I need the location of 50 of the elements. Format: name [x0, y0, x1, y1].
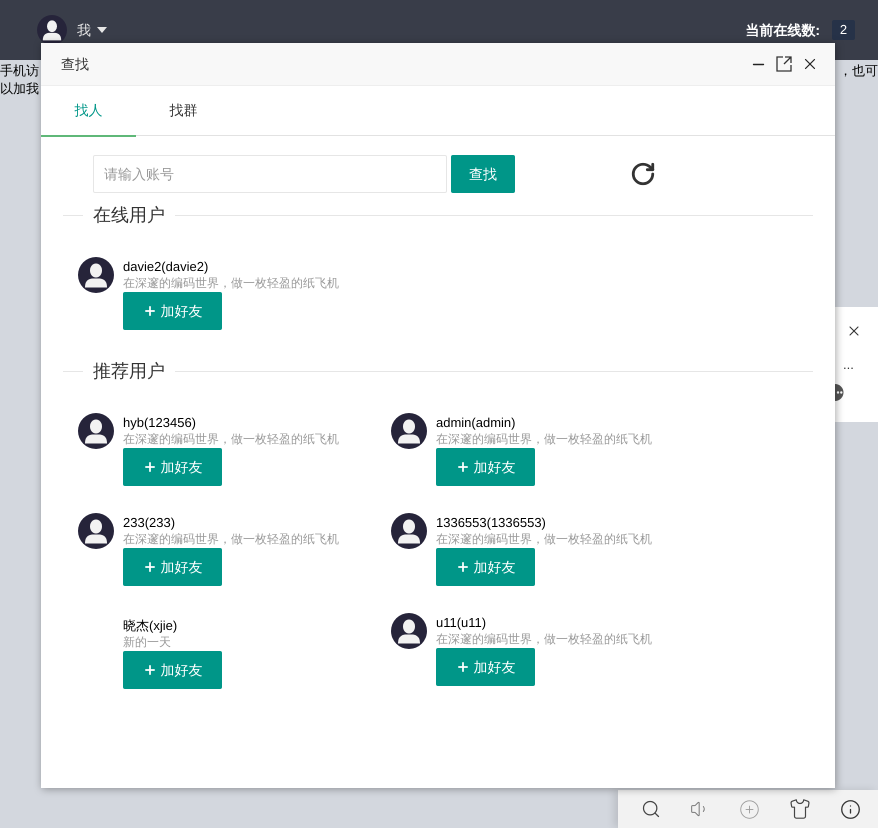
user-signature: 在深邃的编码世界，做一枚轻盈的纸飞机: [436, 631, 652, 648]
section-title: 在线用户: [92, 204, 166, 227]
user-signature: 在深邃的编码世界，做一枚轻盈的纸飞机: [123, 431, 339, 448]
online-count: 2: [832, 20, 855, 40]
plus-icon: [456, 460, 470, 474]
user-name: admin(admin): [436, 415, 516, 431]
add-friend-button[interactable]: 加好友: [123, 548, 222, 586]
account-input[interactable]: 请输入账号: [93, 155, 447, 193]
dialog-title: 查找: [61, 54, 89, 74]
refresh-icon[interactable]: [630, 161, 656, 187]
add-friend-button[interactable]: 加好友: [123, 651, 222, 689]
user-name: u11(u11): [436, 615, 486, 631]
page-text: 手机访: [0, 62, 39, 80]
user-name: davie2(davie2): [123, 259, 208, 275]
user-name: 1336553(1336553): [436, 515, 546, 531]
plus-icon: [142, 663, 156, 677]
info-icon[interactable]: [840, 798, 862, 820]
user-signature: 在深邃的编码世界，做一枚轻盈的纸飞机: [436, 431, 652, 448]
online-count-label: 当前在线数:: [745, 20, 820, 40]
add-friend-button[interactable]: 加好友: [123, 292, 222, 330]
shirt-icon[interactable]: [789, 798, 812, 820]
add-friend-button[interactable]: 加好友: [436, 648, 535, 686]
plus-icon: [456, 660, 470, 674]
search-icon[interactable]: [640, 799, 661, 819]
message-preview: ...: [843, 357, 855, 373]
user-signature: 在深邃的编码世界，做一枚轻盈的纸飞机: [436, 531, 652, 548]
add-friend-button[interactable]: 加好友: [436, 548, 535, 586]
plus-icon: [142, 460, 156, 474]
user-menu[interactable]: 我: [77, 20, 107, 40]
user-name: 晓杰(xjie): [123, 618, 178, 634]
plus-icon: [142, 304, 156, 318]
caret-icon: [97, 27, 107, 33]
more-icon[interactable]: [835, 384, 845, 401]
tab[interactable]: 找人: [41, 86, 136, 137]
page-text: ，也可: [839, 62, 878, 80]
user-signature: 在深邃的编码世界，做一枚轻盈的纸飞机: [123, 531, 339, 548]
add-icon[interactable]: [738, 798, 760, 820]
maximize-icon[interactable]: [776, 56, 792, 72]
plus-icon: [142, 560, 156, 574]
section-title: 推荐用户: [92, 360, 166, 383]
user-name: 233(233): [123, 515, 176, 531]
plus-icon: [456, 560, 470, 574]
user-signature: 在深邃的编码世界，做一枚轻盈的纸飞机: [123, 275, 339, 292]
search-button[interactable]: 查找: [451, 155, 515, 193]
user-name: hyb(123456): [123, 415, 196, 431]
tab[interactable]: 找群: [136, 86, 231, 137]
page-text: 以加我: [0, 81, 39, 96]
add-friend-button[interactable]: 加好友: [436, 448, 535, 486]
add-friend-button[interactable]: 加好友: [123, 448, 222, 486]
user-signature: 新的一天: [123, 634, 171, 651]
